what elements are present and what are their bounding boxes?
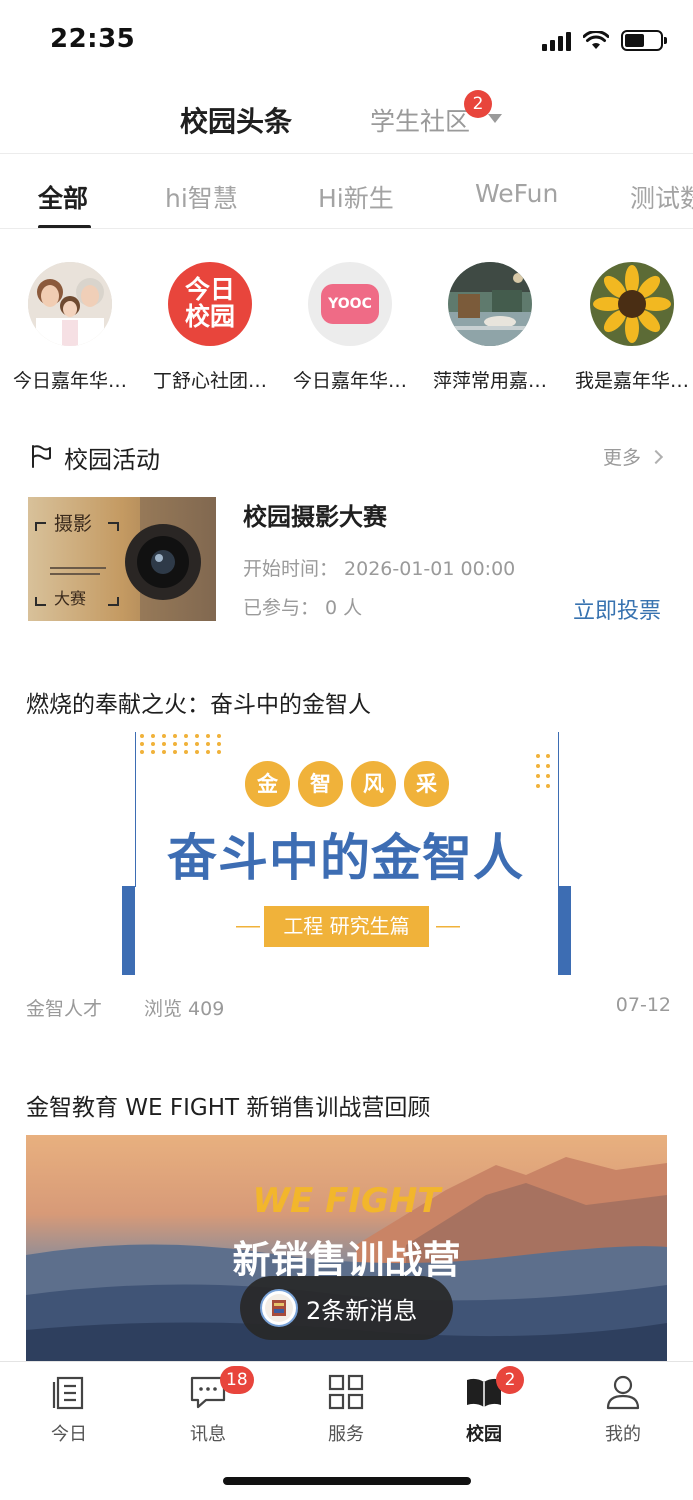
wifi-icon (583, 30, 609, 49)
messages-badge: 18 (220, 1366, 254, 1394)
banner-circle-text: 智 (298, 761, 343, 807)
article-views: 浏览 409 (144, 998, 225, 1020)
account-item[interactable]: 我是嘉年华… (562, 262, 693, 393)
account-item[interactable]: 萍萍常用嘉… (420, 262, 560, 393)
toast-text: 2条新消息 (306, 1296, 418, 1325)
today-icon (49, 1372, 89, 1412)
article-meta: 金智人才 浏览 409 07-12 (26, 994, 671, 1021)
banner-circle-text: 风 (351, 761, 396, 807)
cellular-signal-icon (542, 31, 571, 51)
account-label: 丁舒心社团… (152, 370, 267, 392)
yooc-logo: YOOC (308, 262, 392, 346)
banner-headline: 奋斗中的金智人 (167, 829, 524, 887)
flag-icon (32, 445, 51, 468)
sunflower-photo-avatar (590, 262, 674, 346)
banner-circle-text: 金 (245, 761, 290, 807)
banner-circle-text: 采 (404, 761, 449, 807)
new-messages-toast[interactable]: 2条新消息 (240, 1276, 453, 1340)
banner-brand-text: WE FIGHT (252, 1181, 441, 1221)
account-label: 萍萍常用嘉… (432, 370, 547, 392)
school-badge-icon (260, 1289, 298, 1327)
vote-now-button[interactable]: 立即投票 (573, 593, 661, 625)
category-tab-hi-freshman[interactable]: Hi新生 (318, 179, 394, 215)
activity-participants: 已参与： 0 人 (243, 597, 363, 619)
logo-text-line2: 校园 (184, 302, 235, 331)
account-item[interactable]: 今日 校园 丁舒心社团… (140, 262, 280, 393)
more-link[interactable]: 更多 (602, 443, 664, 470)
account-item[interactable]: YOOC 今日嘉年华… (280, 262, 420, 393)
nav-label: 今日 (51, 1424, 87, 1445)
nav-services[interactable]: 服务 (286, 1372, 406, 1446)
category-tab-test[interactable]: 测试数 (630, 179, 693, 215)
activity-card[interactable]: 摄影 大赛 校园摄影大赛 开始时间： 2026-01-01 00:00 已参与：… (28, 497, 665, 624)
campus-activity-header: 校园活动 更多 (0, 436, 693, 476)
nav-campus[interactable]: 2 校园 (424, 1366, 544, 1446)
yooc-logo-text: YOOC (321, 284, 379, 324)
top-header: 校园头条 学生社区 2 (0, 84, 693, 154)
article-banner[interactable]: 金 智 风 采 奋斗中的金智人 工程 研究生篇 (118, 732, 573, 975)
nav-label: 服务 (328, 1424, 364, 1445)
home-indicator[interactable] (223, 1477, 471, 1485)
account-label: 今日嘉年华… (292, 370, 407, 392)
activity-title: 校园摄影大赛 (243, 503, 387, 531)
article-title[interactable]: 燃烧的奉献之火：奋斗中的金智人 (26, 685, 371, 719)
family-photo-avatar (28, 262, 112, 346)
nav-label: 校园 (466, 1424, 502, 1445)
category-tab-hi-wisdom[interactable]: hi智慧 (165, 179, 238, 215)
category-tab-all[interactable]: 全部 (38, 179, 88, 215)
battery-icon (621, 30, 667, 51)
activity-thumbnail: 摄影 大赛 (28, 497, 216, 621)
account-item[interactable]: 今日嘉年华… (0, 262, 140, 393)
article-date: 07-12 (615, 994, 671, 1016)
account-label: 今日嘉年华… (12, 370, 127, 392)
chevron-right-icon (648, 449, 664, 464)
account-label: 我是嘉年华… (574, 370, 689, 392)
status-bar: 22:35 (0, 0, 693, 84)
section-title: 校园活动 (64, 446, 160, 474)
nav-messages[interactable]: 18 讯息 (148, 1366, 268, 1446)
more-label: 更多 (602, 447, 641, 469)
nav-label: 讯息 (190, 1424, 226, 1445)
article-author: 金智人才 (26, 998, 103, 1020)
article-title[interactable]: 金智教育 WE FIGHT 新销售训战营回顾 (26, 1088, 430, 1122)
campus-badge: 2 (496, 1366, 524, 1394)
account-avatar-row: 今日嘉年华… 今日 校园 丁舒心社团… YOOC 今日嘉年华… 萍萍常用嘉… 我… (0, 262, 693, 402)
nav-label: 我的 (605, 1424, 641, 1445)
nav-today[interactable]: 今日 (9, 1372, 129, 1446)
tab-campus-headlines[interactable]: 校园头条 (180, 100, 292, 140)
status-time: 22:35 (50, 24, 136, 54)
logo-text-line1: 今日 (184, 275, 235, 304)
thumb-text-photography: 摄影 (54, 513, 93, 535)
status-icons (542, 30, 667, 51)
caret-down-icon[interactable] (488, 114, 502, 123)
tab-student-community[interactable]: 学生社区 (370, 102, 470, 138)
thumb-text-contest: 大赛 (54, 589, 87, 608)
category-tab-wefun[interactable]: WeFun (475, 179, 558, 208)
activity-start-time: 开始时间： 2026-01-01 00:00 (243, 558, 516, 580)
category-tabs: 全部 hi智慧 Hi新生 WeFun 测试数 (0, 155, 693, 229)
jinri-xiaoyuan-logo: 今日 校园 (168, 262, 252, 346)
interior-photo-avatar (448, 262, 532, 346)
nav-profile[interactable]: 我的 (563, 1372, 683, 1446)
active-tab-indicator (38, 225, 91, 228)
banner-subline: 工程 研究生篇 (264, 906, 429, 947)
person-icon (603, 1372, 643, 1412)
grid-icon (326, 1372, 366, 1412)
